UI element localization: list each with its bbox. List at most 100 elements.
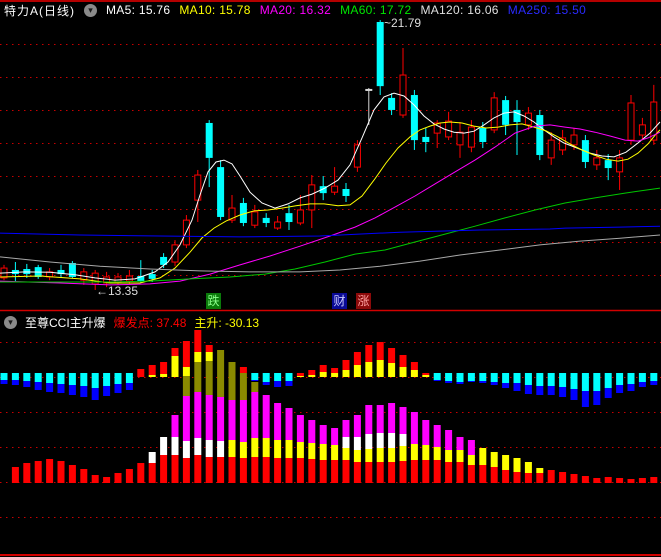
indicator-stack-segment [125, 469, 133, 483]
indicator-stack-segment [331, 445, 339, 460]
indicator-stack-segment [490, 452, 498, 467]
indicator-stack-segment [524, 473, 532, 483]
indicator-stack-segment [160, 455, 168, 483]
indicator-stack-segment [547, 470, 555, 483]
candle-body-down [205, 122, 213, 158]
oscillator-bar-blue [547, 386, 555, 395]
oscillator-bar-cyan [570, 373, 578, 389]
candle-body-up [627, 102, 635, 141]
indicator-stack-segment [513, 472, 521, 483]
indicator-stack-segment [479, 465, 487, 483]
oscillator-bar-blue [513, 383, 521, 391]
indicator-stack-segment [182, 376, 190, 396]
indicator-stack-segment [148, 452, 156, 463]
indicator-stack-segment [160, 437, 168, 455]
indicator-stack-segment [194, 455, 202, 483]
oscillator-bar-yellow [296, 376, 304, 377]
indicator-header: ▾ 至尊CCI主升爆 爆发点: 37.48 主升: -30.13 [4, 314, 259, 330]
indicator-stack-segment [422, 420, 430, 445]
oscillator-bar-blue [456, 382, 464, 384]
oscillator-bar-red [137, 369, 145, 377]
oscillator-bar-red [148, 365, 156, 375]
indicator-stack-segment [182, 341, 190, 367]
indicator-stack-segment [331, 460, 339, 483]
trading-app-window: 特力A(日线) ▾ MA5: 15.76 MA10: 15.78 MA20: 1… [0, 0, 661, 557]
oscillator-bar-cyan [46, 373, 54, 383]
indicator-stack-segment [388, 462, 396, 483]
indicator-stack-segment [205, 440, 213, 457]
indicator-param-zhusheng: 主升: -30.13 [194, 315, 260, 330]
indicator-stack-segment [353, 415, 361, 437]
oscillator-bar-cyan [581, 373, 589, 391]
indicator-stack-segment [353, 450, 361, 462]
candle-body-up [593, 157, 601, 166]
chevron-down-icon[interactable]: ▾ [4, 315, 17, 329]
oscillator-bar-cyan [490, 373, 498, 382]
indicator-stack-segment [479, 448, 487, 465]
oscillator-bar-cyan [285, 373, 293, 381]
marker-die: 跌 [206, 293, 221, 309]
marker-zhang: 涨 [356, 293, 371, 309]
indicator-stack-segment [581, 476, 589, 483]
indicator-stack-segment [182, 441, 190, 458]
indicator-stack-segment [205, 361, 213, 395]
oscillator-bar-cyan [251, 373, 259, 380]
indicator-stack-segment [467, 440, 475, 455]
oscillator-bar-cyan [34, 373, 42, 382]
indicator-stack-segment [467, 455, 475, 465]
oscillator-bar-red [410, 362, 418, 370]
ma120-label: MA120: 16.06 [420, 3, 499, 17]
oscillator-bar-cyan [23, 373, 31, 381]
oscillator-bar-blue [604, 388, 612, 398]
indicator-stack-segment [228, 457, 236, 483]
candle-body-down [217, 167, 225, 217]
indicator-stack-segment [194, 330, 202, 352]
oscillator-bar-blue [91, 388, 99, 400]
indicator-stack-segment [399, 446, 407, 461]
indicator-stack-segment [456, 462, 464, 483]
indicator-stack-segment [251, 382, 259, 392]
oscillator-bar-blue [262, 382, 270, 385]
oscillator-bar-red [388, 348, 396, 363]
indicator-stack-segment [239, 458, 247, 483]
indicator-stack-segment [445, 450, 453, 462]
oscillator-bar-cyan [547, 373, 555, 386]
oscillator-bar-yellow [331, 373, 339, 377]
oscillator-bar-blue [251, 380, 259, 381]
oscillator-bar-cyan [0, 373, 8, 380]
indicator-stack-segment [182, 396, 190, 441]
oscillator-bar-cyan [650, 373, 658, 381]
indicator-stack-segment [376, 405, 384, 433]
oscillator-bar-blue [0, 380, 8, 384]
oscillator-bar-blue [23, 381, 31, 387]
ma5-label: MA5: 15.76 [106, 3, 171, 17]
candle-body-up [547, 139, 555, 159]
indicator-stack-segment [251, 392, 259, 438]
indicator-stack-segment [502, 470, 510, 483]
candle-body-up [125, 275, 133, 282]
indicator-stack-segment [194, 392, 202, 438]
indicator-stack-segment [205, 395, 213, 440]
oscillator-bar-blue [559, 387, 567, 397]
oscillator-bar-blue [650, 381, 658, 385]
indicator-stack-segment [353, 437, 361, 450]
oscillator-bar-cyan [262, 373, 270, 382]
oscillator-bar-cyan [274, 373, 282, 381]
indicator-stack-segment [331, 428, 339, 445]
candle-body-down [604, 160, 612, 169]
oscillator-bar-cyan [103, 373, 111, 386]
indicator-stack-segment [399, 434, 407, 446]
indicator-area[interactable] [0, 331, 661, 553]
candle-body-down [536, 115, 544, 156]
indicator-stack-segment [285, 440, 293, 458]
chevron-down-icon[interactable]: ▾ [84, 3, 97, 17]
indicator-stack-segment [194, 438, 202, 455]
oscillator-bar-yellow [353, 365, 361, 377]
candle-body-down [342, 189, 350, 196]
oscillator-bar-red [308, 370, 316, 375]
indicator-stack-segment [296, 442, 304, 458]
indicator-stack-segment [456, 450, 464, 462]
oscillator-bar-cyan [91, 373, 99, 388]
oscillator-bar-blue [114, 384, 122, 393]
indicator-stack-segment [513, 458, 521, 472]
